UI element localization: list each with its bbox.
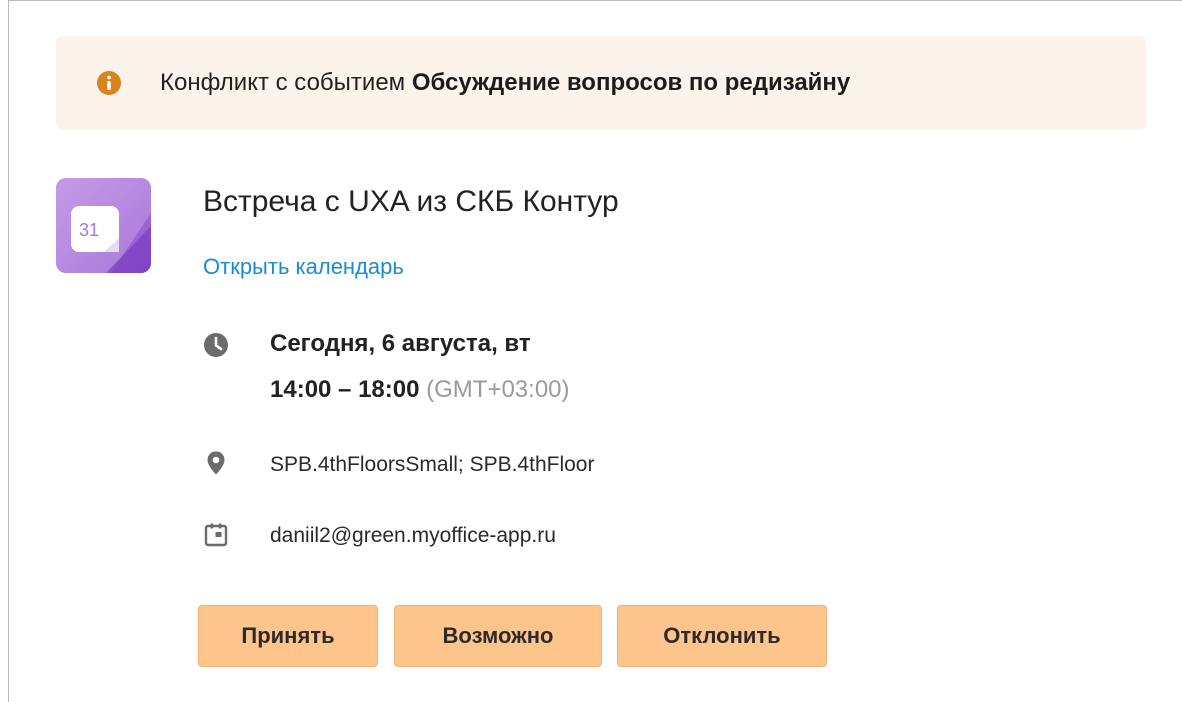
maybe-button[interactable]: Возможно [394,605,602,667]
event-time-range: 14:00 – 18:00 [270,376,420,403]
event-invitation-panel: Конфликт с событием Обсуждение вопросов … [0,0,1182,702]
clock-icon [203,332,229,358]
conflict-event-name: Обсуждение вопросов по редизайну [411,69,851,96]
event-calendar-owner: daniil2@green.myoffice-app.ru [270,524,556,547]
event-date: Сегодня, 6 августа, вт [270,330,531,357]
calendar-icon [203,522,229,548]
calendar-app-icon: 31 [56,178,151,273]
conflict-message: Конфликт с событием Обсуждение вопросов … [160,67,850,99]
conflict-prefix: Конфликт с событием [160,69,406,96]
event-location: SPB.4thFloorsSmall; SPB.4thFloor [270,453,595,476]
conflict-banner: Конфликт с событием Обсуждение вопросов … [56,36,1146,130]
accept-button[interactable]: Принять [198,605,378,667]
event-time: 14:00 – 18:00 (GMT+03:00) [270,374,570,406]
panel-border-top [8,0,1182,1]
open-calendar-link[interactable]: Открыть календарь [203,253,404,281]
event-timezone: (GMT+03:00) [426,376,570,403]
decline-button[interactable]: Отклонить [617,605,827,667]
calendar-app-icon-day: 31 [79,220,99,240]
info-icon [96,70,122,96]
event-title: Встреча с UXA из СКБ Контур [203,185,619,218]
panel-border-left [8,0,9,702]
location-pin-icon [203,450,229,476]
